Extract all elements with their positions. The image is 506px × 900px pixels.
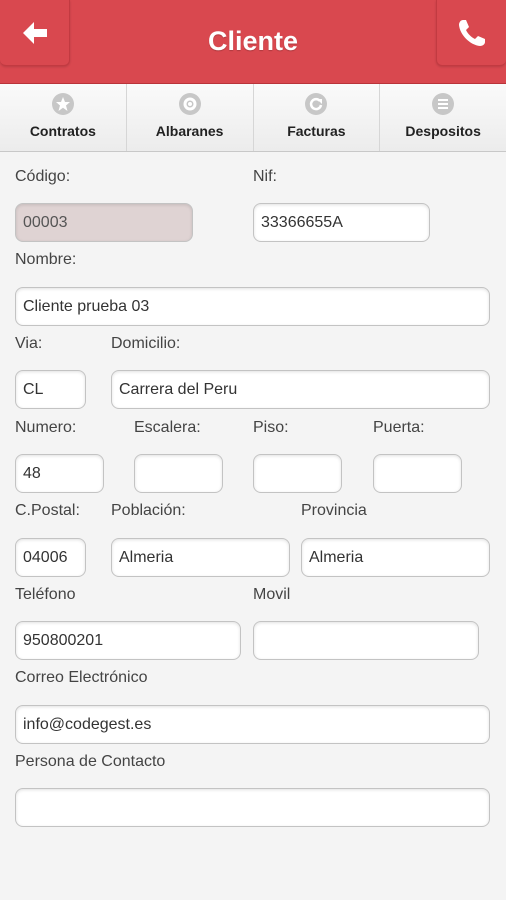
page-title: Cliente (207, 26, 299, 56)
codigo-field (15, 203, 193, 242)
cpostal-field[interactable] (15, 538, 86, 577)
domicilio-field[interactable] (111, 370, 490, 409)
gear-icon (178, 93, 201, 115)
escalera-field[interactable] (134, 454, 223, 493)
list-icon (432, 93, 455, 115)
tab-label: Facturas (287, 123, 346, 139)
telefono-field[interactable] (15, 621, 241, 660)
header-bar: Cliente (0, 0, 506, 84)
nombre-field[interactable] (15, 287, 490, 326)
domicilio-label: Domicilio: (111, 335, 181, 352)
codigo-label: Código: (15, 168, 71, 185)
contacto-field[interactable] (15, 788, 490, 827)
escalera-label: Escalera: (134, 419, 201, 436)
correo-field[interactable] (15, 705, 490, 744)
cpostal-label: C.Postal: (15, 502, 80, 519)
nombre-label: Nombre: (15, 251, 77, 268)
poblacion-label: Población: (111, 502, 186, 519)
movil-field[interactable] (253, 621, 479, 660)
piso-field[interactable] (253, 454, 342, 493)
poblacion-field[interactable] (111, 538, 290, 577)
tab-label: Contratos (29, 123, 96, 139)
puerta-field[interactable] (373, 454, 462, 493)
numero-label: Numero: (15, 419, 77, 436)
phone-icon (458, 19, 485, 46)
call-button[interactable] (436, 0, 506, 66)
provincia-label: Provincia (301, 502, 367, 519)
tab-despositos[interactable]: Despositos (380, 84, 506, 151)
puerta-label: Puerta: (373, 419, 425, 436)
via-label: Via: (15, 335, 43, 352)
tab-contratos[interactable]: Contratos (0, 84, 127, 151)
provincia-field[interactable] (301, 538, 490, 577)
piso-label: Piso: (253, 419, 289, 436)
nif-field[interactable] (253, 203, 430, 242)
tab-albaranes[interactable]: Albaranes (127, 84, 254, 151)
numero-field[interactable] (15, 454, 104, 493)
refresh-icon (305, 93, 328, 115)
telefono-label: Teléfono (15, 586, 76, 603)
correo-label: Correo Electrónico (15, 669, 148, 686)
via-field[interactable] (15, 370, 86, 409)
star-icon (51, 93, 74, 115)
tab-label: Despositos (405, 123, 481, 139)
tab-label: Albaranes (155, 123, 224, 139)
tab-facturas[interactable]: Facturas (254, 84, 381, 151)
nif-label: Nif: (253, 168, 277, 185)
nav-bar: Contratos Albaranes Facturas Despositos (0, 84, 506, 152)
contacto-label: Persona de Contacto (15, 753, 166, 770)
movil-label: Movil (253, 586, 291, 603)
